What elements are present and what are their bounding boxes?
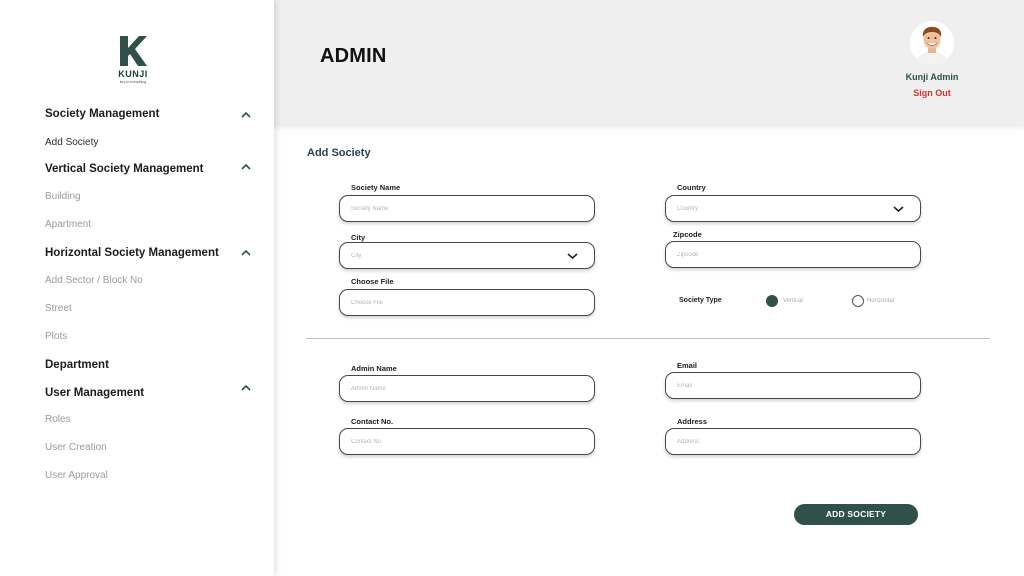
country-select[interactable] (665, 195, 921, 222)
contact-input[interactable] (351, 429, 571, 454)
email-input[interactable] (677, 373, 897, 398)
page-title: ADMIN (320, 45, 387, 67)
contact-label: Contact No. (351, 417, 394, 426)
nav-section-vertical-society-management[interactable]: Vertical Society Management (45, 163, 204, 175)
sidebar-item-street[interactable]: Street (45, 303, 72, 314)
sidebar-item-apartment[interactable]: Apartment (45, 219, 91, 230)
society-type-label: Society Type (679, 297, 722, 304)
kunji-logo[interactable]: KUNJI key to everything (110, 34, 156, 84)
choose-file-input[interactable] (351, 290, 571, 315)
city-input[interactable] (351, 243, 571, 268)
email-label: Email (677, 361, 698, 370)
brand-tagline: key to everything (119, 80, 147, 84)
address-field (665, 428, 921, 455)
brand-name: KUNJI (118, 69, 148, 79)
sign-out-link[interactable]: Sign Out (880, 88, 984, 98)
chevron-up-icon[interactable] (241, 111, 251, 119)
user-avatar-icon (910, 21, 954, 65)
sidebar-item-user-approval[interactable]: User Approval (45, 470, 108, 481)
chevron-up-icon[interactable] (241, 163, 251, 171)
chevron-down-icon[interactable] (567, 252, 578, 260)
society-name-input[interactable] (351, 196, 571, 221)
user-name: Kunji Admin (905, 72, 959, 82)
admin-name-field (339, 375, 595, 402)
email-field (665, 372, 921, 399)
country-input[interactable] (677, 196, 897, 221)
admin-name-label: Admin Name (351, 364, 397, 373)
sidebar-item-roles[interactable]: Roles (45, 414, 71, 425)
sidebar-item-plots[interactable]: Plots (45, 331, 67, 342)
society-name-label: Society Name (351, 183, 401, 192)
city-select[interactable] (339, 242, 595, 269)
chevron-down-icon[interactable] (893, 205, 904, 213)
sidebar-item-user-creation[interactable]: User Creation (45, 442, 107, 453)
choose-file-label: Choose File (351, 277, 394, 286)
sidebar: KUNJI key to everything Society Manageme… (0, 0, 274, 576)
radio-horizontal[interactable] (852, 295, 864, 307)
nav-section-user-management[interactable]: User Management (45, 387, 144, 399)
kunji-logo-icon (120, 36, 147, 66)
add-society-form: Add Society Society Name Country City Zi… (274, 126, 1024, 576)
add-society-button[interactable]: ADD SOCIETY (794, 504, 918, 525)
sidebar-item-add-sector[interactable]: Add Sector / Block No (45, 275, 143, 286)
section-divider (306, 338, 990, 339)
avatar[interactable] (910, 21, 954, 65)
nav-section-horizontal-society-management[interactable]: Horizontal Society Management (45, 247, 219, 259)
choose-file-field[interactable] (339, 289, 595, 316)
zipcode-input[interactable] (677, 242, 897, 267)
chevron-up-icon[interactable] (241, 249, 251, 257)
nav-section-society-management[interactable]: Society Management (45, 108, 159, 120)
admin-name-input[interactable] (351, 376, 571, 401)
sidebar-item-building[interactable]: Building (45, 191, 81, 202)
zipcode-label: Zipcode (673, 230, 702, 239)
society-name-field (339, 195, 595, 222)
city-label: City (351, 233, 366, 242)
radio-vertical[interactable] (766, 295, 778, 307)
country-label: Country (677, 183, 706, 192)
chevron-up-icon[interactable] (241, 384, 251, 392)
contact-field (339, 428, 595, 455)
radio-horizontal-label: Horizontal (867, 298, 895, 304)
address-label: Address (677, 417, 708, 426)
radio-vertical-label: Vertical (783, 298, 803, 304)
sidebar-item-add-society[interactable]: Add Society (45, 137, 98, 148)
address-input[interactable] (677, 429, 897, 454)
header: ADMIN Kunji Admin Sign Out (274, 0, 1024, 126)
zipcode-field (665, 241, 921, 268)
form-title: Add Society (307, 147, 371, 159)
nav-section-department[interactable]: Department (45, 359, 109, 371)
